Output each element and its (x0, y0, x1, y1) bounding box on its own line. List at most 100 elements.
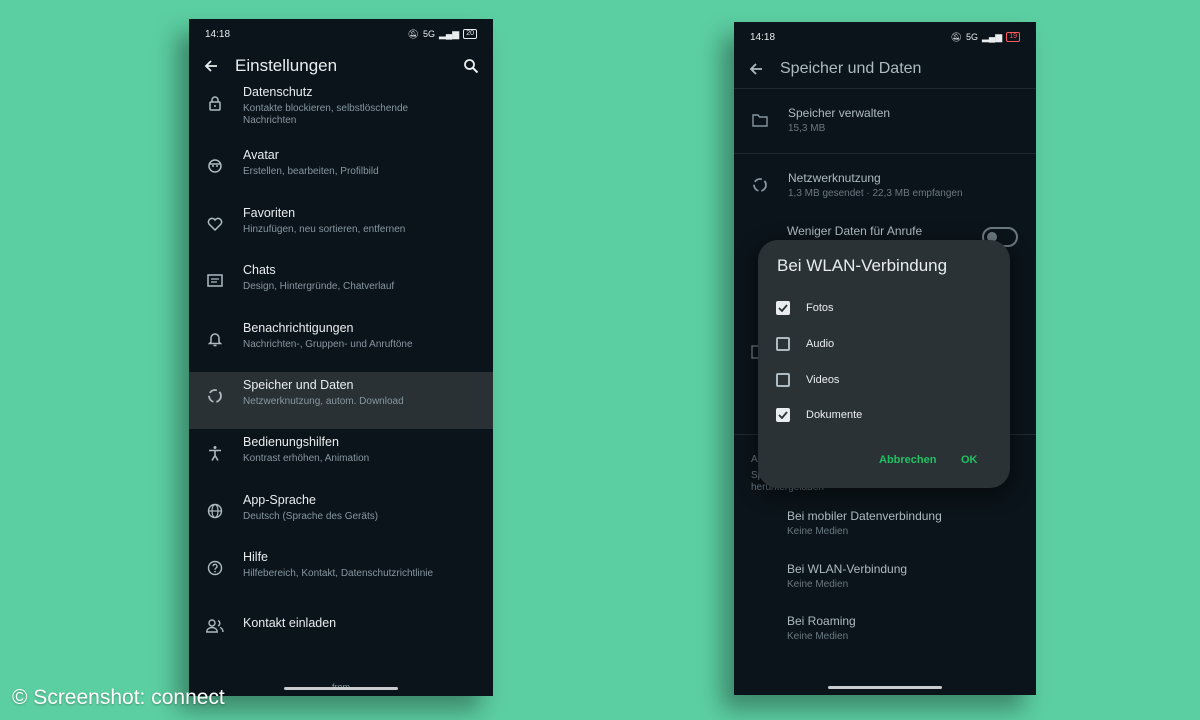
heart-icon (205, 214, 225, 234)
item-label: Weniger Daten für Anrufe (787, 224, 923, 238)
globe-icon (205, 501, 225, 521)
settings-screen: 14:18 🔕︎ 5G ▂▄▆ 20 Einstellungen Datensc… (189, 19, 493, 696)
status-time: 14:18 (750, 31, 776, 43)
option-videos[interactable]: Videos (776, 373, 839, 387)
section-partial-text: A (751, 454, 758, 465)
menu-subtitle: Hinzufügen, neu sortieren, entfernen (243, 223, 406, 235)
menu-item-favoriten[interactable]: Favoriten Hinzufügen, neu sortieren, entf… (189, 200, 493, 257)
battery-icon: 19 (1006, 32, 1020, 42)
dialog-title: Bei WLAN-Verbindung (777, 256, 948, 275)
wlan-item[interactable]: Bei WLAN-Verbindung Keine Medien (734, 562, 1036, 590)
folder-icon (750, 110, 770, 130)
item-label: Netzwerknutzung (788, 171, 881, 185)
option-label: Dokumente (806, 409, 863, 421)
menu-label: Hilfe (243, 550, 269, 565)
bell-icon (205, 329, 225, 349)
status-time: 14:18 (205, 28, 231, 40)
menu-item-speicher-und-daten[interactable]: Speicher und Daten Netzwerknutzung, autom… (189, 371, 493, 430)
mobile-data-item[interactable]: Bei mobiler Datenverbindung Keine Medien (734, 509, 1036, 537)
storage-data-screen: 14:18 🔕︎ 5G ▂▄▆ 19 Speicher und Daten Sp… (734, 22, 1036, 695)
chat-icon (205, 271, 225, 291)
menu-item-kontakt-einladen[interactable]: Kontakt einladen (189, 602, 493, 659)
menu-label: Kontakt einladen (243, 615, 337, 630)
menu-item-chats[interactable]: Chats Design, Hintergründe, Chatverlauf (189, 257, 493, 314)
menu-item-hilfe[interactable]: Hilfe Hilfebereich, Kontakt, Datenschutzr… (189, 544, 493, 601)
menu-item-benachrichtigungen[interactable]: Benachrichtigungen Nachrichten-, Gruppen-… (189, 315, 493, 372)
app-bar: Einstellungen (189, 49, 493, 83)
cancel-button[interactable]: Abbrechen (879, 454, 936, 466)
item-label: Bei WLAN-Verbindung (787, 562, 908, 576)
divider (734, 88, 1036, 89)
screenshot-credit: © Screenshot: connect (12, 686, 225, 709)
search-icon[interactable] (461, 56, 481, 76)
ok-button[interactable]: OK (961, 454, 978, 466)
checkbox-checked-icon[interactable] (776, 408, 790, 422)
mute-icon: 🔕︎ (950, 31, 962, 42)
menu-label: App-Sprache (243, 492, 316, 507)
status-bar: 14:18 🔕︎ 5G ▂▄▆ 20 (189, 19, 493, 49)
help-icon (205, 558, 225, 578)
checkbox-icon[interactable] (776, 337, 790, 351)
menu-item-bedienungshilfen[interactable]: Bedienungshilfen Kontrast erhöhen, Animat… (189, 429, 493, 486)
item-label: Bei Roaming (787, 614, 856, 628)
menu-subtitle: Design, Hintergründe, Chatverlauf (243, 281, 395, 293)
menu-item-avatar[interactable]: Avatar Erstellen, bearbeiten, Profilbild (189, 142, 493, 199)
menu-subtitle: Deutsch (Sprache des Geräts) (243, 510, 379, 522)
home-indicator[interactable] (828, 686, 942, 689)
signal-icon: ▂▄▆ (981, 31, 1003, 42)
menu-subtitle: Erstellen, bearbeiten, Profilbild (243, 166, 379, 178)
lock-icon (205, 93, 225, 113)
menu-label: Avatar (243, 148, 279, 163)
network-label: 5G (422, 29, 435, 39)
avatar-icon (205, 156, 225, 176)
data-usage-icon (750, 175, 770, 195)
battery-icon: 20 (463, 29, 477, 39)
menu-label: Speicher und Daten (243, 377, 354, 392)
page-title: Einstellungen (235, 56, 338, 75)
option-dokumente[interactable]: Dokumente (776, 408, 862, 422)
wlan-dialog: Bei WLAN-Verbindung Fotos Audio Videos D… (758, 240, 1010, 488)
network-label: 5G (965, 32, 978, 42)
menu-item-app-sprache[interactable]: App-Sprache Deutsch (Sprache des Geräts) (189, 487, 493, 544)
page-title: Speicher und Daten (780, 60, 922, 77)
menu-subtitle: Netzwerknutzung, autom. Download (243, 395, 404, 407)
item-subtitle: 1,3 MB gesendet · 22,3 MB empfangen (788, 188, 963, 199)
item-subtitle: Keine Medien (787, 631, 849, 642)
item-subtitle: Keine Medien (787, 579, 849, 590)
back-arrow-icon[interactable] (746, 59, 766, 79)
home-indicator[interactable] (284, 687, 398, 690)
data-usage-icon (205, 386, 225, 406)
checkbox-icon[interactable] (776, 373, 790, 387)
item-label: Speicher verwalten (788, 106, 891, 120)
option-label: Videos (806, 374, 840, 386)
checkbox-checked-icon[interactable] (776, 301, 790, 315)
accessibility-icon (205, 443, 225, 463)
status-bar: 14:18 🔕︎ 5G ▂▄▆ 19 (734, 22, 1036, 52)
roaming-item[interactable]: Bei Roaming Keine Medien (734, 614, 1036, 642)
signal-icon: ▂▄▆ (438, 28, 460, 39)
menu-label: Favoriten (243, 205, 296, 220)
network-usage-item[interactable]: Netzwerknutzung 1,3 MB gesendet · 22,3 MB… (734, 171, 1036, 199)
divider (734, 153, 1036, 154)
app-bar: Speicher und Daten (734, 52, 1036, 86)
option-audio[interactable]: Audio (776, 337, 834, 351)
item-subtitle: Keine Medien (787, 526, 849, 537)
menu-label: Benachrichtigungen (243, 320, 354, 335)
menu-label: Chats (243, 263, 276, 278)
menu-item-datenschutz[interactable]: Datenschutz Kontakte blockieren, selbstlö… (189, 79, 493, 136)
storage-manage-item[interactable]: Speicher verwalten 15,3 MB (734, 106, 1036, 134)
item-label: Bei mobiler Datenverbindung (787, 509, 942, 523)
option-fotos[interactable]: Fotos (776, 301, 834, 315)
settings-menu: Datenschutz Kontakte blockieren, selbstlö… (189, 85, 493, 659)
mute-icon: 🔕︎ (407, 28, 419, 39)
item-subtitle: 15,3 MB (788, 123, 826, 134)
invite-icon (205, 616, 225, 636)
menu-label: Datenschutz (243, 85, 313, 99)
menu-subtitle: Kontrast erhöhen, Animation (243, 453, 370, 465)
menu-subtitle: Hilfebereich, Kontakt, Datenschutzrichtl… (243, 568, 434, 580)
menu-subtitle: Kontakte blockieren, selbstlöschende Nac… (243, 103, 409, 126)
menu-subtitle: Nachrichten-, Gruppen- und Anruftöne (243, 338, 413, 350)
back-arrow-icon[interactable] (201, 56, 221, 76)
option-label: Fotos (806, 302, 834, 314)
menu-label: Bedienungshilfen (243, 435, 339, 450)
